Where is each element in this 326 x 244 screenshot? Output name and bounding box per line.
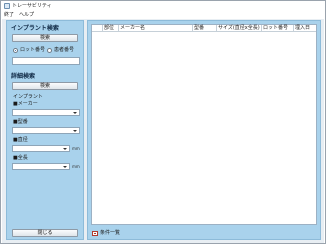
column-header[interactable]: サイズ(直径x全長) (216, 25, 261, 32)
search-type-radios: ロット番号 患者番号 (13, 47, 83, 54)
menu-bar: 終了 ヘルプ (1, 11, 325, 19)
title-bar: トレーサビリティ (1, 1, 325, 11)
length-select[interactable] (12, 163, 70, 170)
implant-search-button[interactable]: 検索 (12, 34, 78, 42)
lot-number-radio-label: ロット番号 (20, 47, 46, 53)
chevron-down-icon (73, 112, 77, 114)
app-window: トレーサビリティ 終了 ヘルプ インプラント検索 検索 ロット番号 患者番号 詳… (0, 0, 326, 244)
menu-help[interactable]: ヘルプ (19, 12, 34, 18)
diameter-select[interactable] (12, 145, 70, 152)
patient-number-radio-label: 患者番号 (54, 47, 75, 53)
condition-list-icon[interactable] (92, 231, 98, 236)
length-label: ■全長 (13, 155, 28, 161)
model-select[interactable] (12, 127, 80, 134)
column-header[interactable]: ロット番号 (261, 25, 293, 32)
close-button[interactable]: 閉じる (12, 229, 78, 237)
condition-list-label[interactable]: 条件一覧 (100, 230, 120, 237)
window-title: トレーサビリティ (12, 3, 52, 9)
column-header[interactable]: メーカー名 (118, 25, 192, 32)
column-header[interactable]: 埋入日 (293, 25, 316, 32)
chevron-down-icon (63, 148, 67, 150)
search-panel: インプラント検索 検索 ロット番号 患者番号 詳細検索 検索 インプラント ■メ… (6, 20, 84, 240)
patient-number-radio[interactable] (47, 48, 52, 53)
diameter-unit: mm (72, 146, 80, 151)
implant-search-title: インプラント検索 (11, 25, 59, 32)
app-icon (4, 3, 10, 9)
chevron-down-icon (63, 166, 67, 168)
maker-select[interactable] (12, 109, 80, 116)
menu-exit[interactable]: 終了 (4, 12, 14, 18)
lot-number-radio[interactable] (13, 48, 18, 53)
row-selector-header (92, 25, 102, 32)
length-unit: mm (72, 164, 80, 169)
model-label: ■型番 (13, 119, 28, 125)
results-table[interactable]: 部位 メーカー名 型番 サイズ(直径x全長) ロット番号 埋入日 (91, 24, 317, 225)
implant-search-input[interactable] (12, 57, 80, 65)
maker-label: ■メーカー (13, 101, 38, 107)
column-header[interactable]: 部位 (102, 25, 118, 32)
detail-search-button[interactable]: 検索 (12, 82, 78, 90)
column-header[interactable]: 型番 (192, 25, 216, 32)
workspace: インプラント検索 検索 ロット番号 患者番号 詳細検索 検索 インプラント ■メ… (2, 19, 324, 243)
diameter-label: ■直径 (13, 137, 28, 143)
table-header: 部位 メーカー名 型番 サイズ(直径x全長) ロット番号 埋入日 (92, 25, 316, 32)
results-panel: 部位 メーカー名 型番 サイズ(直径x全長) ロット番号 埋入日 条件一覧 (87, 20, 321, 240)
chevron-down-icon (73, 130, 77, 132)
implant-group-label: インプラント (13, 94, 43, 100)
detail-search-title: 詳細検索 (11, 73, 36, 80)
